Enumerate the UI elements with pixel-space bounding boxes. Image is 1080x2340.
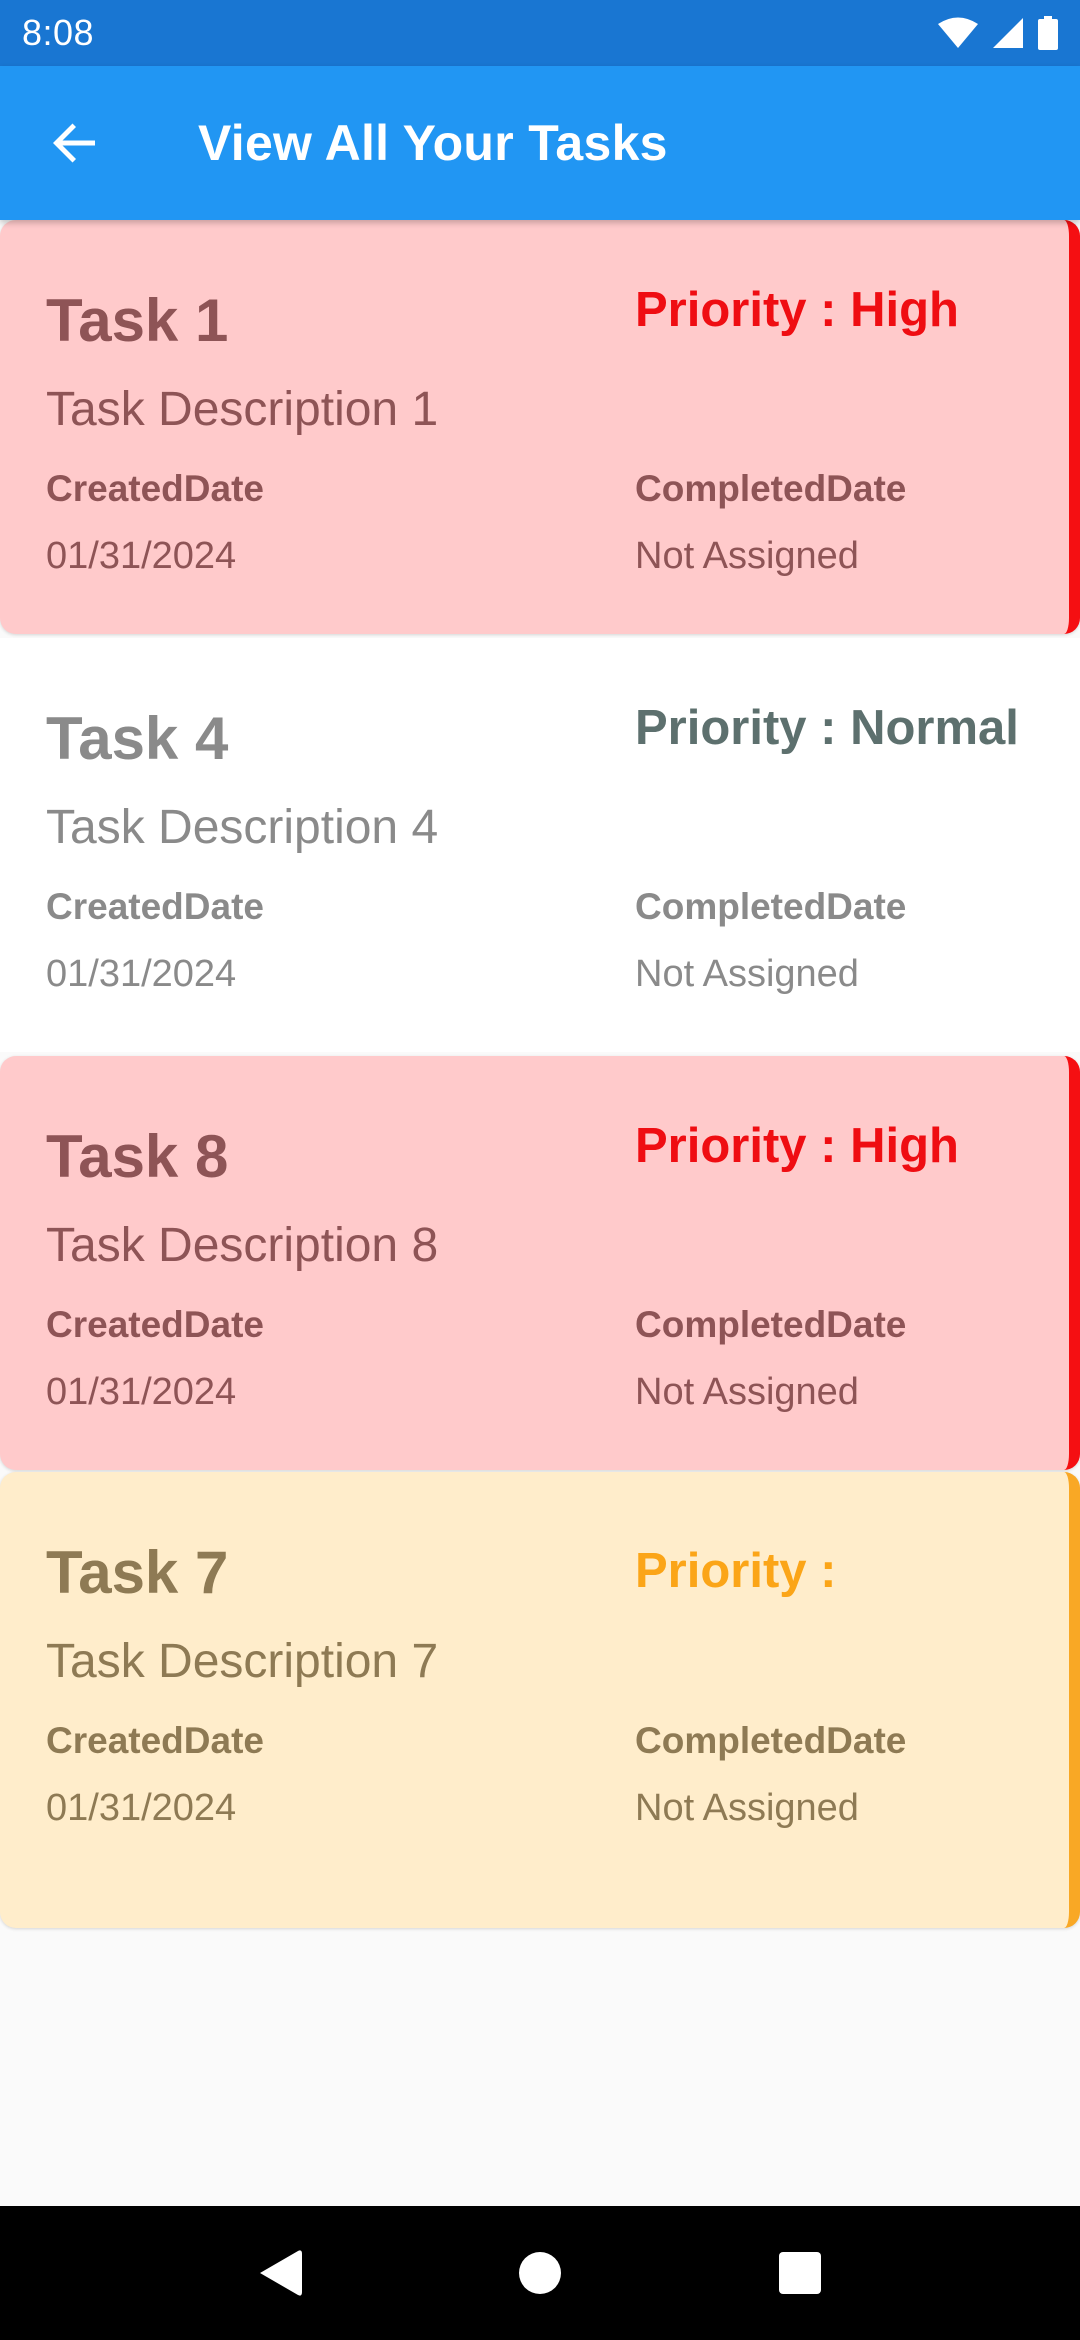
nav-recents-icon	[779, 2252, 821, 2294]
page-title: View All Your Tasks	[198, 115, 668, 171]
task-title: Task 4	[46, 705, 229, 772]
wifi-icon	[938, 17, 978, 48]
task-card[interactable]: Task 8 Priority : High Task Description …	[0, 1056, 1080, 1470]
screen: 8:08 View All Your Tasks Task 1 Priority…	[0, 0, 1080, 2340]
status-bar: 8:08	[0, 0, 1080, 66]
navigation-bar	[0, 2206, 1080, 2340]
app-bar: View All Your Tasks	[0, 66, 1080, 220]
battery-icon	[1038, 16, 1058, 50]
completed-date-value: Not Assigned	[635, 1371, 859, 1413]
task-title: Task 8	[46, 1123, 229, 1190]
created-date-value: 01/31/2024	[46, 1371, 237, 1413]
nav-back-icon	[260, 2250, 302, 2296]
nav-home-button[interactable]	[485, 2218, 595, 2328]
task-description: Task Description 7	[46, 1635, 439, 1688]
priority-label: Priority : High	[635, 283, 959, 337]
created-date-label: CreatedDate	[46, 886, 264, 927]
created-date-value: 01/31/2024	[46, 953, 237, 995]
created-date-label: CreatedDate	[46, 1720, 264, 1761]
completed-date-label: CompletedDate	[635, 886, 907, 927]
created-date-label: CreatedDate	[46, 468, 264, 509]
nav-recents-button[interactable]	[745, 2218, 855, 2328]
nav-home-icon	[519, 2252, 561, 2294]
cellular-signal-icon	[993, 18, 1023, 48]
completed-date-label: CompletedDate	[635, 468, 907, 509]
priority-label: Priority : Medium	[635, 1544, 837, 1598]
priority-label: Priority : High	[635, 1119, 959, 1173]
arrow-back-icon	[53, 123, 95, 163]
completed-date-value: Not Assigned	[635, 1787, 859, 1829]
back-button[interactable]	[0, 66, 150, 220]
status-icons	[938, 0, 1058, 66]
completed-date-label: CompletedDate	[635, 1720, 907, 1761]
status-time: 8:08	[22, 12, 95, 53]
task-card[interactable]: Task 4 Priority : Normal Task Descriptio…	[0, 638, 1080, 1052]
created-date-value: 01/31/2024	[46, 535, 237, 577]
completed-date-value: Not Assigned	[635, 953, 859, 995]
completed-date-label: CompletedDate	[635, 1304, 907, 1345]
nav-back-button[interactable]	[225, 2218, 335, 2328]
task-title: Task 7	[46, 1539, 229, 1606]
task-card[interactable]: Task 1 Priority : High Task Description …	[0, 220, 1080, 634]
task-card[interactable]: Task 7 Priority : Medium Task Descriptio…	[0, 1472, 1080, 1928]
task-description: Task Description 8	[46, 1219, 439, 1272]
task-description: Task Description 4	[46, 801, 439, 854]
created-date-label: CreatedDate	[46, 1304, 264, 1345]
created-date-value: 01/31/2024	[46, 1787, 237, 1829]
task-title: Task 1	[46, 287, 229, 354]
task-description: Task Description 1	[46, 383, 439, 436]
priority-label: Priority : Normal	[635, 701, 1019, 755]
completed-date-value: Not Assigned	[635, 535, 859, 577]
